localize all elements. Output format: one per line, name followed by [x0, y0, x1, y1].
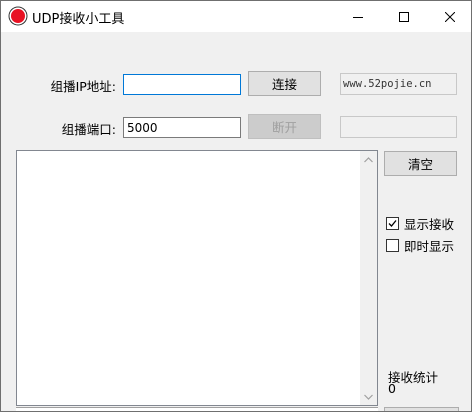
ip-address-input[interactable]	[123, 74, 241, 95]
disconnect-button[interactable]: 断开	[248, 114, 321, 139]
chevron-down-icon	[364, 394, 373, 400]
url-link[interactable]: www.52pojie.cn	[340, 73, 457, 95]
vertical-scrollbar[interactable]	[360, 151, 377, 405]
close-icon	[445, 11, 455, 22]
window-title: UDP接收小工具	[32, 12, 125, 27]
minimize-icon	[353, 16, 363, 18]
connect-button-label: 连接	[271, 77, 297, 92]
clear-button[interactable]: 清空	[384, 151, 457, 176]
send-button[interactable]	[384, 407, 459, 411]
scroll-down-button[interactable]	[360, 388, 377, 405]
instant-show-checkbox[interactable]: 即时显示	[386, 236, 454, 255]
title-bar[interactable]: UDP接收小工具	[1, 1, 471, 32]
show-receive-checkbox[interactable]: 显示接收	[386, 214, 454, 233]
receive-textarea[interactable]	[16, 150, 378, 406]
maximize-button[interactable]	[381, 1, 427, 32]
app-window: UDP接收小工具 组播IP地址: 连接 www.52pojie.cn 组播端口:…	[0, 0, 472, 412]
send-textarea[interactable]	[16, 407, 378, 411]
ip-address-label: 组播IP地址:	[50, 79, 116, 94]
app-icon	[11, 9, 25, 23]
show-receive-label: 显示接收	[404, 217, 455, 232]
receive-stats-value: 0	[388, 381, 396, 396]
status-box	[340, 116, 457, 138]
port-input[interactable]	[123, 117, 241, 138]
chevron-up-icon	[364, 156, 373, 162]
close-button[interactable]	[427, 1, 471, 32]
url-text: www.52pojie.cn	[343, 78, 432, 90]
scroll-up-button[interactable]	[360, 151, 377, 168]
checkmark-icon	[388, 220, 397, 227]
instant-show-label: 即时显示	[404, 239, 455, 254]
port-label: 组播端口:	[61, 122, 116, 137]
clear-button-label: 清空	[407, 157, 433, 172]
minimize-button[interactable]	[335, 1, 381, 32]
checkbox-box[interactable]	[386, 217, 399, 230]
maximize-icon	[399, 11, 409, 22]
checkbox-box[interactable]	[386, 239, 399, 252]
disconnect-button-label: 断开	[271, 120, 297, 135]
connect-button[interactable]: 连接	[248, 71, 321, 96]
